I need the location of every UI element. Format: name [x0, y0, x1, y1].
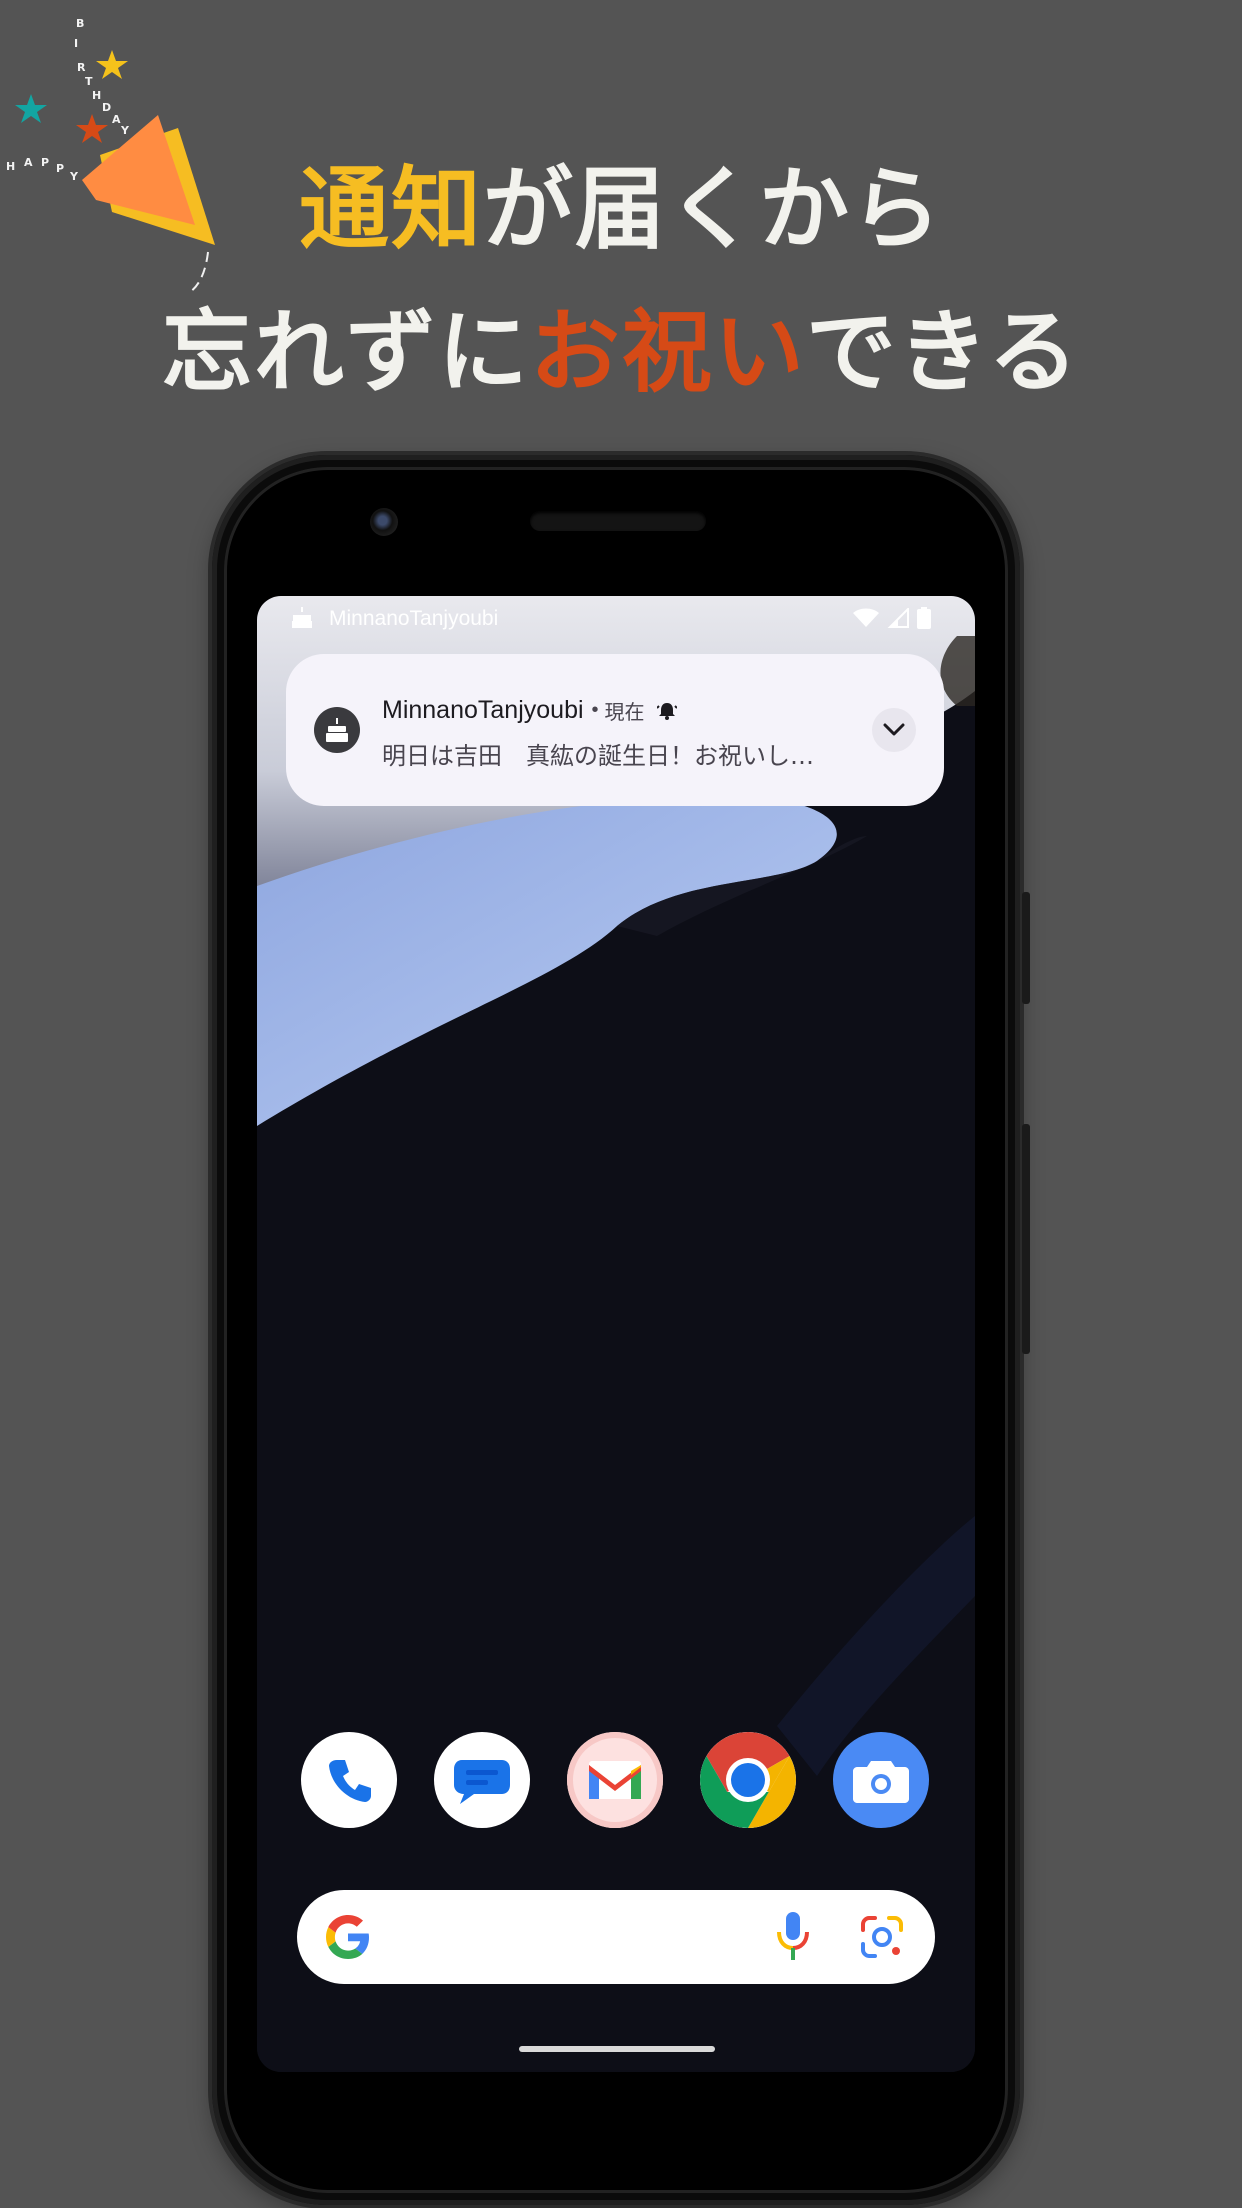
status-bar-app-name: MinnanoTanjyoubi: [329, 607, 499, 630]
chevron-down-icon: [883, 723, 905, 736]
battery-icon: [917, 607, 931, 629]
google-logo-icon: [326, 1915, 369, 1959]
power-button: [1022, 892, 1030, 1004]
gmail-app-icon[interactable]: [567, 1732, 663, 1828]
chrome-app-icon[interactable]: [700, 1732, 796, 1828]
confetti-stars-and-cone: [15, 50, 215, 293]
headline-highlight-celebrate: お祝い: [529, 300, 806, 405]
notification-app-icon: [314, 707, 360, 753]
headline-line-1: 通知が届くから: [0, 165, 1242, 255]
status-bar: MinnanoTanjyoubi: [257, 596, 975, 642]
messages-app-icon[interactable]: [434, 1732, 530, 1828]
cake-icon: [292, 607, 312, 628]
headline-line-2: 忘れずにお祝いできる: [0, 308, 1242, 398]
cake-icon: [326, 718, 348, 742]
headline-text: できる: [805, 300, 1081, 405]
earpiece-speaker: [530, 511, 706, 531]
headline-text: が届くから: [483, 157, 943, 262]
microphone-icon[interactable]: [775, 1910, 811, 1964]
google-search-bar[interactable]: [297, 1890, 935, 1984]
phone-screen: MinnanoTanjyoubi MinnanoTanjyoubi • 現在 明…: [257, 596, 975, 2072]
wifi-icon: [853, 608, 879, 627]
red-star-icon: [76, 114, 108, 143]
notification-expand-button[interactable]: [872, 708, 916, 752]
headline-highlight-notification: 通知: [299, 157, 483, 262]
notification-separator: •: [591, 699, 599, 721]
yellow-star-icon: [96, 50, 128, 79]
volume-button: [1022, 1124, 1030, 1354]
teal-star-icon: [15, 94, 47, 123]
notification-app-name: MinnanoTanjyoubi: [382, 696, 584, 724]
notification-message: 明日は吉田 真紘の誕生日！お祝いし…: [382, 742, 814, 770]
cellular-signal-icon: [887, 608, 909, 628]
wallpaper: [257, 596, 975, 2072]
front-camera: [370, 508, 398, 536]
phone-app-icon[interactable]: [301, 1732, 397, 1828]
birthday-notification[interactable]: MinnanoTanjyoubi • 現在 明日は吉田 真紘の誕生日！お祝いし…: [286, 654, 944, 806]
headline-text: 忘れずに: [161, 300, 530, 405]
google-lens-icon[interactable]: [859, 1914, 905, 1960]
alert-bell-icon: [656, 702, 677, 720]
notification-time: 現在: [604, 702, 645, 724]
camera-app-icon[interactable]: [833, 1732, 929, 1828]
gesture-nav-handle[interactable]: [519, 2046, 715, 2052]
notification-header: MinnanoTanjyoubi • 現在: [382, 696, 677, 725]
